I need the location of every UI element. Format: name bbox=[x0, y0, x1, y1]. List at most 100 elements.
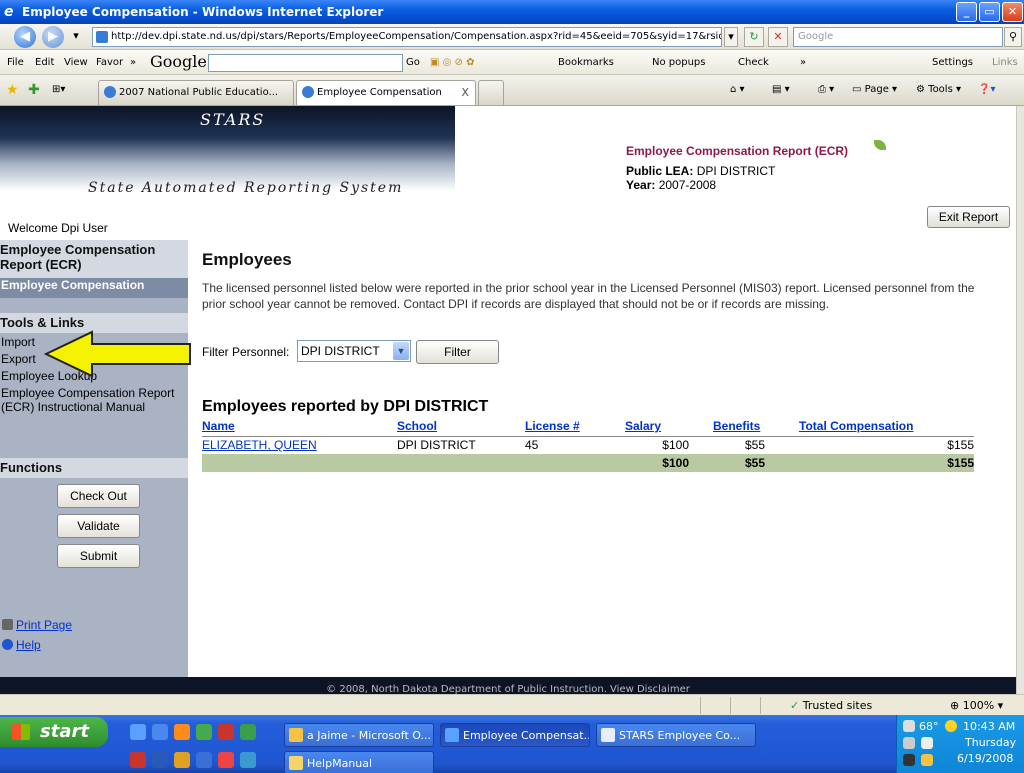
word-icon bbox=[601, 728, 615, 742]
spell-check-button[interactable]: Check bbox=[738, 50, 769, 75]
report-title: Employee Compensation Report (ECR) bbox=[626, 144, 849, 158]
go-button[interactable]: Go bbox=[406, 50, 420, 75]
volume-icon[interactable] bbox=[903, 754, 915, 766]
sidebar-item-employee-compensation[interactable]: Employee Compensation bbox=[0, 278, 188, 298]
col-name[interactable]: Name bbox=[202, 416, 397, 437]
new-tab-button[interactable] bbox=[478, 80, 504, 105]
quicklaunch-icon[interactable] bbox=[130, 724, 146, 740]
address-text: http://dev.dpi.state.nd.us/dpi/stars/Rep… bbox=[111, 31, 722, 42]
page-menu[interactable]: ▭ Page ▾ bbox=[852, 80, 897, 100]
sidebar-item-export[interactable]: Export bbox=[1, 352, 36, 366]
quicklaunch-icon[interactable] bbox=[196, 752, 212, 768]
feeds-icon[interactable]: ▤ ▾ bbox=[772, 80, 790, 100]
search-icon[interactable]: ⚲ bbox=[1004, 27, 1022, 47]
page-heading: Employees bbox=[202, 250, 292, 269]
menu-file[interactable]: File bbox=[7, 50, 24, 75]
close-tab-icon[interactable]: X bbox=[461, 81, 469, 104]
exit-report-button[interactable]: Exit Report bbox=[927, 206, 1010, 228]
window-title-bar[interactable]: e Employee Compensation - Windows Intern… bbox=[0, 0, 1024, 24]
col-salary[interactable]: Salary bbox=[625, 416, 689, 437]
settings-button[interactable]: Settings bbox=[932, 50, 973, 75]
help-menu-icon[interactable]: ❓▾ bbox=[978, 80, 995, 100]
quicklaunch-icon[interactable] bbox=[130, 752, 146, 768]
chevron-down-icon[interactable]: ▼ bbox=[393, 342, 409, 360]
quicklaunch-excel-icon[interactable] bbox=[240, 724, 256, 740]
add-favorite-icon[interactable]: ✚ bbox=[28, 80, 40, 100]
taskbar-item-word[interactable]: STARS Employee Co... bbox=[596, 723, 756, 747]
print-icon[interactable]: ⎙ ▾ bbox=[818, 80, 834, 100]
menu-chevron[interactable]: » bbox=[130, 50, 136, 75]
toolbar-more-chevron[interactable]: » bbox=[800, 50, 806, 75]
cell-empty bbox=[397, 454, 525, 472]
employee-name-link[interactable]: ELIZABETH, QUEEN bbox=[202, 436, 397, 454]
clock-day: Thursday bbox=[965, 736, 1017, 749]
security-zone[interactable]: ✓ Trusted sites bbox=[790, 697, 872, 714]
tray-icon[interactable] bbox=[921, 737, 933, 749]
validate-button[interactable]: Validate bbox=[57, 514, 140, 538]
taskbar-item-helpmanual[interactable]: HelpManual bbox=[284, 751, 434, 773]
menu-view[interactable]: View bbox=[64, 50, 88, 75]
print-page-link[interactable]: Print Page bbox=[2, 618, 72, 632]
sidebar-item-import[interactable]: Import bbox=[1, 335, 35, 349]
back-button[interactable]: ◀ bbox=[14, 26, 36, 48]
windows-logo-icon bbox=[12, 724, 30, 740]
taskbar-item-outlook[interactable]: a Jaime - Microsoft O... bbox=[284, 723, 434, 747]
refresh-icon[interactable]: ↻ bbox=[744, 27, 764, 47]
search-input[interactable]: Google bbox=[793, 27, 1003, 47]
history-dropdown-icon[interactable]: ▾ bbox=[68, 27, 84, 47]
favorites-star-icon[interactable]: ★ bbox=[6, 80, 19, 100]
forward-button[interactable]: ▶ bbox=[42, 26, 64, 48]
quicklaunch-icon[interactable] bbox=[218, 724, 234, 740]
tray-icon[interactable] bbox=[903, 737, 915, 749]
maximize-button[interactable]: ▭ bbox=[979, 2, 1000, 22]
tray-icon[interactable] bbox=[903, 720, 915, 732]
close-window-button[interactable]: ✕ bbox=[1002, 2, 1023, 22]
col-total[interactable]: Total Compensation bbox=[799, 416, 974, 437]
minimize-button[interactable]: _ bbox=[956, 2, 977, 22]
check-out-button[interactable]: Check Out bbox=[57, 484, 140, 508]
window-title: Employee Compensation - Windows Internet… bbox=[22, 5, 384, 19]
filter-button[interactable]: Filter bbox=[416, 340, 499, 364]
sidebar-section-functions: Functions bbox=[0, 458, 188, 478]
google-toolbar-search[interactable] bbox=[208, 54, 403, 72]
tray-icon[interactable] bbox=[921, 754, 933, 766]
taskbar-item-ie[interactable]: Employee Compensat... bbox=[440, 723, 590, 747]
home-icon[interactable]: ⌂ ▾ bbox=[730, 80, 745, 100]
quicklaunch-icon[interactable] bbox=[240, 752, 256, 768]
table-header-row: Name School License # Salary Benefits To… bbox=[202, 416, 974, 437]
filter-label: Filter Personnel: bbox=[202, 345, 290, 359]
menu-favorites[interactable]: Favor bbox=[96, 50, 123, 75]
quicklaunch-icon[interactable] bbox=[218, 752, 234, 768]
bookmarks-button[interactable]: Bookmarks bbox=[558, 50, 614, 75]
menu-edit[interactable]: Edit bbox=[35, 50, 54, 75]
popup-blocker-button[interactable]: No popups bbox=[652, 50, 706, 75]
col-school[interactable]: School bbox=[397, 416, 525, 437]
toolbar-icons[interactable]: ▣ ◎ ⊘ ✿ bbox=[430, 50, 474, 75]
quicklaunch-icon[interactable] bbox=[196, 724, 212, 740]
lea-value: DPI DISTRICT bbox=[696, 164, 776, 178]
quicklaunch-icon[interactable] bbox=[174, 752, 190, 768]
col-license[interactable]: License # bbox=[525, 416, 625, 437]
zoom-level[interactable]: ⊕ 100% ▾ bbox=[950, 697, 1003, 714]
filter-personnel-select[interactable]: DPI DISTRICT ▼ bbox=[297, 340, 411, 362]
help-link[interactable]: Help bbox=[2, 638, 41, 652]
stop-icon[interactable]: ✕ bbox=[768, 27, 788, 47]
address-input[interactable]: http://dev.dpi.state.nd.us/dpi/stars/Rep… bbox=[92, 27, 722, 47]
tools-menu[interactable]: ⚙ Tools ▾ bbox=[916, 80, 961, 100]
quicklaunch-word-icon[interactable] bbox=[152, 752, 168, 768]
submit-button[interactable]: Submit bbox=[57, 544, 140, 568]
start-button[interactable]: start bbox=[0, 717, 108, 747]
tab-employee-compensation[interactable]: Employee Compensation X bbox=[296, 80, 476, 105]
address-dropdown-icon[interactable]: ▾ bbox=[724, 27, 738, 47]
col-benefits[interactable]: Benefits bbox=[713, 416, 799, 437]
quicklaunch-ie-icon[interactable] bbox=[152, 724, 168, 740]
sidebar-item-manual[interactable]: Employee Compensation Report (ECR) Instr… bbox=[1, 386, 176, 414]
weather-sun-icon[interactable] bbox=[945, 720, 957, 732]
lea-label: Public LEA: bbox=[626, 164, 694, 178]
quicklaunch-firefox-icon[interactable] bbox=[174, 724, 190, 740]
vertical-scrollbar[interactable] bbox=[1016, 106, 1024, 694]
links-button[interactable]: Links bbox=[992, 50, 1018, 75]
address-toolbar: ◀ ▶ ▾ http://dev.dpi.state.nd.us/dpi/sta… bbox=[0, 24, 1024, 50]
tab-national-education[interactable]: 2007 National Public Educatio... bbox=[98, 80, 294, 105]
quick-tabs-icon[interactable]: ⊞▾ bbox=[52, 80, 65, 100]
